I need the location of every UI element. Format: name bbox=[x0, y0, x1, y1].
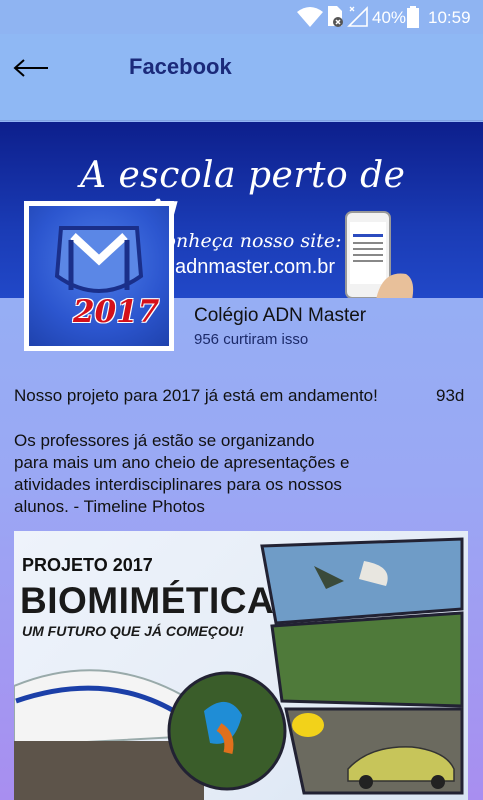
clock-time: 10:59 bbox=[428, 8, 471, 27]
battery-percent: 40% bbox=[372, 8, 407, 27]
profile-logo: 2017 bbox=[29, 206, 169, 346]
post-image-line3: UM FUTURO QUE JÁ COMEÇOU! bbox=[22, 623, 244, 639]
page-title: Facebook bbox=[129, 54, 232, 79]
profile-picture[interactable]: 2017 bbox=[24, 201, 174, 351]
cover-site-url: adnmaster.com.br bbox=[175, 256, 336, 278]
sim-card-icon bbox=[326, 4, 344, 33]
back-arrow-icon[interactable] bbox=[10, 54, 54, 82]
post-image-line2: BIOMIMÉTICA bbox=[20, 580, 275, 621]
year-badge: 2017 bbox=[73, 294, 160, 330]
post-image-line1: PROJETO 2017 bbox=[22, 555, 153, 575]
like-count: 956 curtiram isso bbox=[194, 331, 309, 348]
battery-icon bbox=[406, 5, 420, 34]
page-name[interactable]: Colégio ADN Master bbox=[194, 305, 366, 327]
post-image[interactable]: PROJETO 2017 BIOMIMÉTICA UM FUTURO QUE J… bbox=[14, 531, 468, 800]
post-age: 93d bbox=[436, 386, 465, 405]
phone-illustration bbox=[336, 210, 416, 298]
signal-icon bbox=[347, 4, 369, 33]
status-bar: 40% 10:59 bbox=[0, 0, 483, 34]
cover-site-label: Conheça nosso site: bbox=[150, 230, 342, 252]
app-bar: Facebook bbox=[0, 34, 483, 121]
post-body: Os professores já estão se organizando p… bbox=[14, 431, 350, 516]
post-headline: Nosso projeto para 2017 já está em andam… bbox=[14, 386, 378, 405]
wifi-icon bbox=[296, 5, 324, 34]
